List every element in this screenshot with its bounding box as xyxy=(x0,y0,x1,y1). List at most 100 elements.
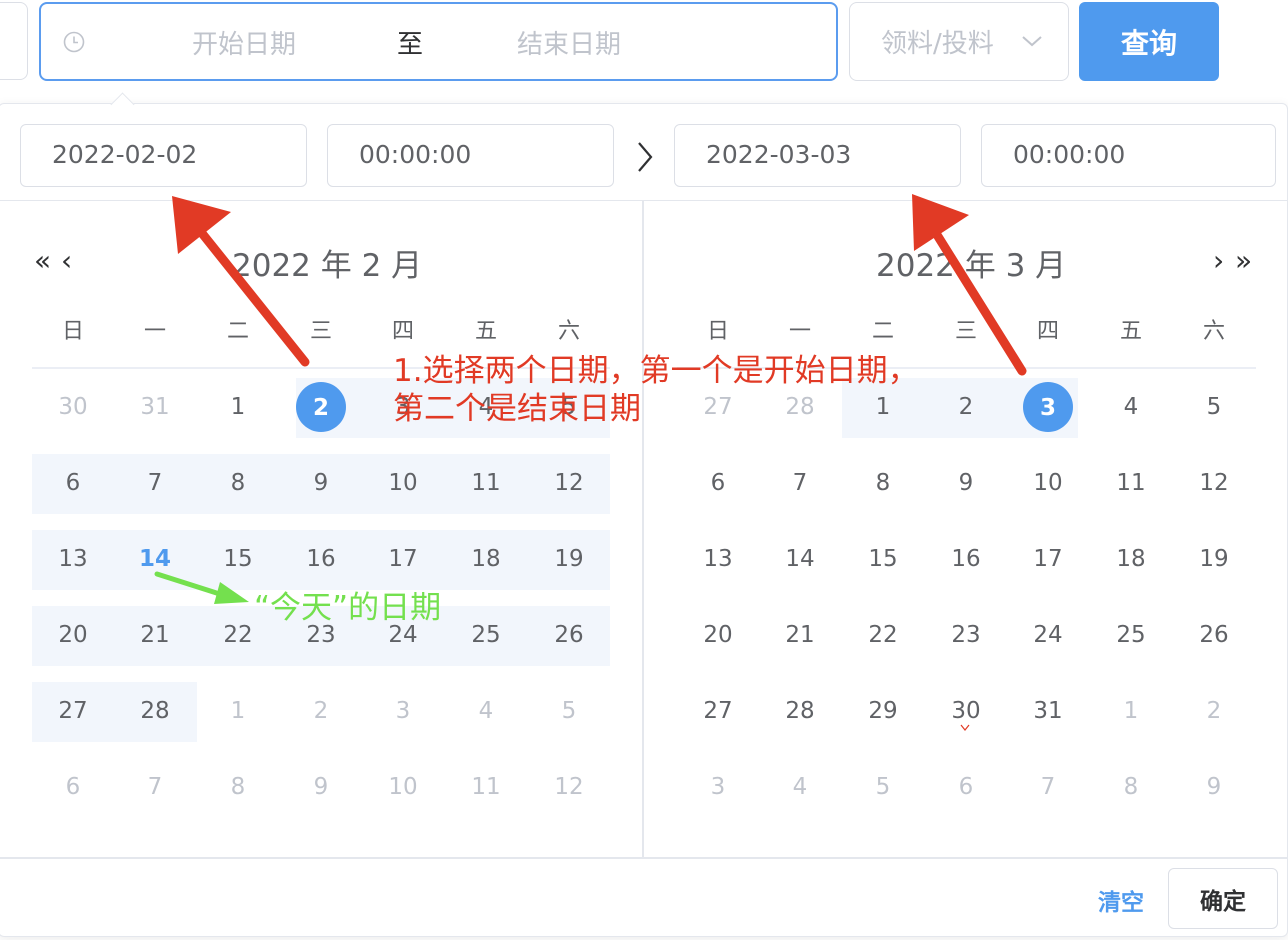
calendar-day-cell[interactable]: 23 xyxy=(936,622,996,648)
calendar-day-cell[interactable]: 19 xyxy=(539,546,599,572)
calendar-day-cell[interactable]: 21 xyxy=(125,622,185,648)
calendar-day-cell[interactable]: 29 xyxy=(853,698,913,724)
calendar-day-cell[interactable]: 31 xyxy=(1018,698,1078,724)
calendar-day-cell[interactable]: 8 xyxy=(208,774,268,800)
end-date-placeholder[interactable]: 结束日期 xyxy=(517,24,621,61)
previous-field-edge[interactable] xyxy=(0,2,28,80)
calendar-day-cell[interactable]: 6 xyxy=(43,774,103,800)
calendar-day-cell[interactable]: 15 xyxy=(208,546,268,572)
calendar-day-cell[interactable]: 11 xyxy=(1101,470,1161,496)
date-range-input[interactable]: 开始日期 至 结束日期 xyxy=(39,2,838,81)
weekday-header: 日 xyxy=(61,319,84,344)
calendar-day-cell[interactable]: 9 xyxy=(291,470,351,496)
calendar-day-cell[interactable]: 8 xyxy=(208,470,268,496)
calendar-day-cell[interactable]: 3 xyxy=(688,774,748,800)
calendar-day-cell[interactable]: 25 xyxy=(1101,622,1161,648)
calendar-day-cell[interactable]: 2 xyxy=(936,394,996,420)
prev-month-button[interactable]: ‹ xyxy=(61,244,72,277)
calendar-day-cell[interactable]: 26 xyxy=(539,622,599,648)
chevron-right-icon xyxy=(638,142,653,172)
next-month-button[interactable]: › xyxy=(1213,244,1224,277)
calendar-day-cell[interactable]: 9 xyxy=(936,470,996,496)
calendar-day-cell[interactable]: 7 xyxy=(770,470,830,496)
calendar-day-cell[interactable]: 5 xyxy=(853,774,913,800)
calendar-day-cell[interactable]: 6 xyxy=(688,470,748,496)
calendar-day-cell[interactable]: 7 xyxy=(125,470,185,496)
calendar-day-cell[interactable]: 4 xyxy=(770,774,830,800)
calendar-day-cell[interactable]: 30 xyxy=(43,394,103,420)
calendar-day-cell[interactable]: 18 xyxy=(456,546,516,572)
weekday-header: 五 xyxy=(474,319,497,344)
selected-day-label: 2 xyxy=(312,395,329,421)
calendar-day-cell[interactable]: 5 xyxy=(539,698,599,724)
calendar-day-cell[interactable]: 20 xyxy=(688,622,748,648)
start-date-field[interactable]: 2022-02-02 xyxy=(20,124,307,187)
weekday-header: 二 xyxy=(871,319,894,344)
calendar-day-cell[interactable]: 13 xyxy=(43,546,103,572)
calendar-day-cell[interactable]: 12 xyxy=(539,470,599,496)
calendar-day-cell[interactable]: 8 xyxy=(853,470,913,496)
calendar-day-cell[interactable]: 7 xyxy=(125,774,185,800)
calendar-day-cell[interactable]: 25 xyxy=(456,622,516,648)
weekday-header: 一 xyxy=(788,319,811,344)
clear-button[interactable]: 清空 xyxy=(1098,883,1144,917)
calendar-day-cell[interactable]: 10 xyxy=(1018,470,1078,496)
calendar-day-cell[interactable]: 4 xyxy=(456,698,516,724)
calendar-day-cell[interactable]: 19 xyxy=(1184,546,1244,572)
calendar-day-cell[interactable]: 21 xyxy=(770,622,830,648)
calendar-day-cell[interactable]: 27 xyxy=(43,698,103,724)
query-button[interactable]: 查询 xyxy=(1079,2,1219,81)
calendar-day-cell[interactable]: 6 xyxy=(936,774,996,800)
start-time-field[interactable]: 00:00:00 xyxy=(327,124,614,187)
calendar-day-cell[interactable]: 16 xyxy=(291,546,351,572)
calendar-day-cell[interactable]: 5 xyxy=(1184,394,1244,420)
weekday-header: 日 xyxy=(706,319,729,344)
calendar-day-cell[interactable]: 1 xyxy=(208,394,268,420)
material-type-select[interactable]: 领料/投料 xyxy=(849,2,1069,81)
calendar-day-cell[interactable]: 3 xyxy=(373,698,433,724)
calendar-day-cell[interactable]: 14 xyxy=(125,546,185,572)
end-date-field[interactable]: 2022-03-03 xyxy=(674,124,961,187)
calendar-day-cell[interactable]: 12 xyxy=(1184,470,1244,496)
calendar-day-cell[interactable]: 7 xyxy=(1018,774,1078,800)
calendar-day-cell[interactable]: 9 xyxy=(1184,774,1244,800)
weekday-header: 三 xyxy=(954,319,977,344)
weekday-header: 四 xyxy=(1036,319,1059,344)
calendar-day-cell[interactable]: 10 xyxy=(373,470,433,496)
calendar-day-cell[interactable]: 14 xyxy=(770,546,830,572)
calendar-day-cell[interactable]: 1 xyxy=(208,698,268,724)
calendar-day-cell[interactable]: 10 xyxy=(373,774,433,800)
calendar-day-cell[interactable]: 2 xyxy=(1184,698,1244,724)
calendar-day-cell[interactable]: 13 xyxy=(688,546,748,572)
calendar-day-cell[interactable]: 16 xyxy=(936,546,996,572)
start-date-placeholder[interactable]: 开始日期 xyxy=(192,24,296,61)
calendar-day-cell[interactable]: 6 xyxy=(43,470,103,496)
calendar-day-cell[interactable]: 31 xyxy=(125,394,185,420)
calendar-day-cell[interactable]: 8 xyxy=(1101,774,1161,800)
calendar-day-cell[interactable]: 28 xyxy=(770,698,830,724)
calendar-day-cell[interactable]: 15 xyxy=(853,546,913,572)
calendar-day-cell[interactable]: 11 xyxy=(456,470,516,496)
calendar-day-cell[interactable]: 17 xyxy=(373,546,433,572)
weekday-header: 二 xyxy=(226,319,249,344)
calendar-day-cell[interactable]: 12 xyxy=(539,774,599,800)
calendar-day-cell[interactable]: 9 xyxy=(291,774,351,800)
calendar-day-cell[interactable]: 30 xyxy=(936,698,996,724)
calendar-day-cell[interactable]: 24 xyxy=(1018,622,1078,648)
confirm-button[interactable]: 确定 xyxy=(1168,868,1278,929)
calendar-day-cell[interactable]: 18 xyxy=(1101,546,1161,572)
calendar-day-cell[interactable]: 11 xyxy=(456,774,516,800)
next-year-button[interactable]: » xyxy=(1235,244,1252,277)
calendar-day-cell[interactable]: 2 xyxy=(291,698,351,724)
calendar-day-cell[interactable]: 27 xyxy=(688,698,748,724)
calendar-day-cell[interactable]: 26 xyxy=(1184,622,1244,648)
select-value: 领料/投料 xyxy=(881,29,994,59)
calendar-day-cell[interactable]: 22 xyxy=(853,622,913,648)
calendar-day-cell[interactable]: 17 xyxy=(1018,546,1078,572)
end-time-field[interactable]: 00:00:00 xyxy=(981,124,1276,187)
prev-year-button[interactable]: « xyxy=(34,244,51,277)
calendar-day-cell[interactable]: 20 xyxy=(43,622,103,648)
calendar-day-cell[interactable]: 28 xyxy=(125,698,185,724)
calendar-day-cell[interactable]: 1 xyxy=(1101,698,1161,724)
calendar-day-cell[interactable]: 4 xyxy=(1101,394,1161,420)
